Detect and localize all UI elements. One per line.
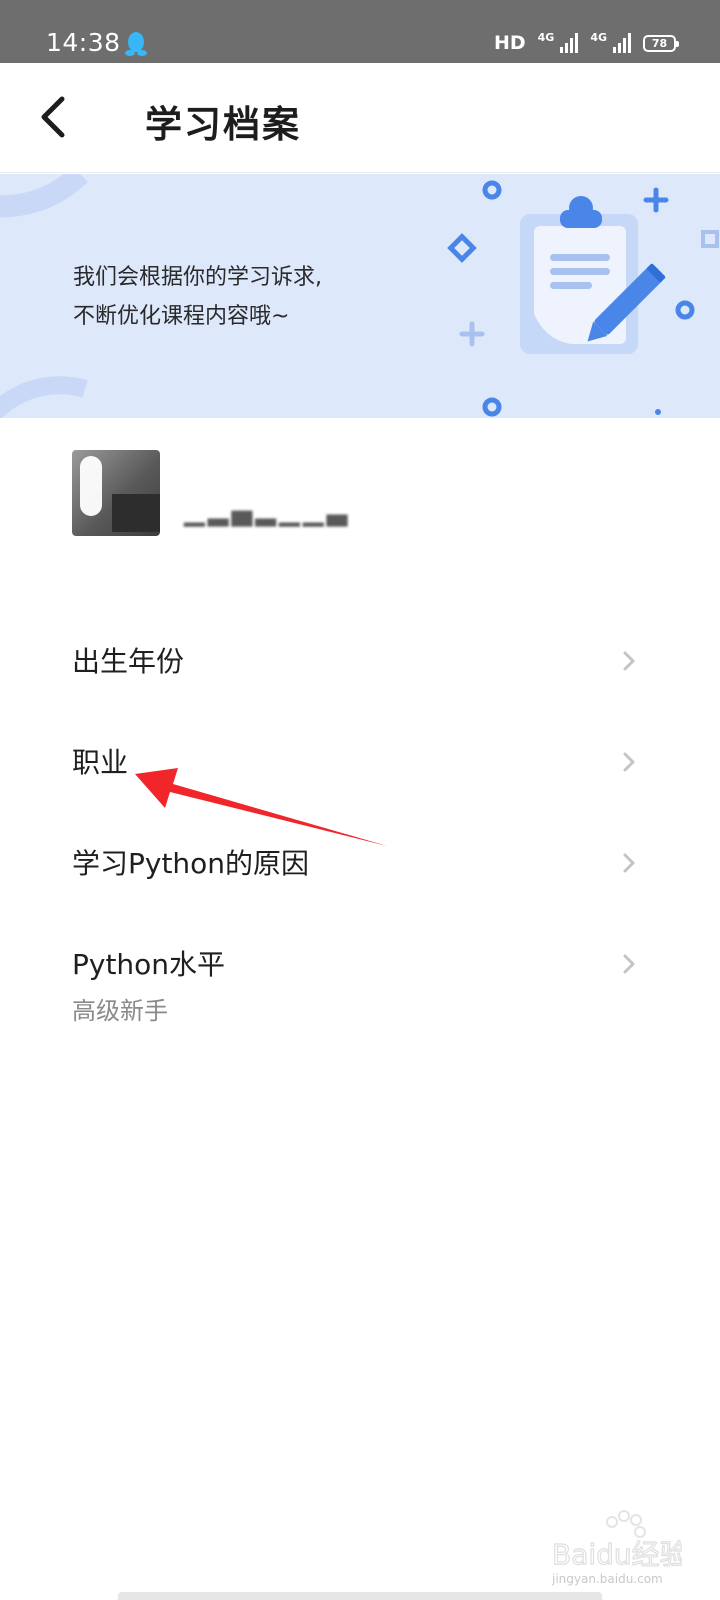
user-profile-row: ▁▂▄▂▁▁▃: [72, 450, 652, 536]
list-item-label: 学习Python的原因: [72, 847, 310, 880]
list-item-birth-year[interactable]: 出生年份: [72, 640, 652, 680]
baidu-watermark-icon: Baidu经验: [552, 1510, 682, 1572]
status-bar: 14:38 HD 4G 4G 78: [0, 0, 720, 63]
back-button[interactable]: [36, 93, 72, 141]
hd-label: HD: [493, 32, 526, 54]
banner-line-2: 不断优化课程内容哦~: [73, 304, 290, 329]
page-title: 学习档案: [145, 103, 301, 146]
network-label-1: 4G: [537, 31, 555, 44]
signal-icon: [560, 33, 579, 53]
info-banner: 我们会根据你的学习诉求, 不断优化课程内容哦~: [0, 174, 720, 418]
bottom-bar-hint: [118, 1592, 602, 1600]
watermark-brand: Baidu经验: [552, 1538, 682, 1571]
avatar: [72, 450, 160, 536]
list-item-label: 职业: [72, 746, 129, 779]
qq-notification-icon: [125, 32, 147, 56]
status-icons: HD 4G 4G 78: [493, 30, 679, 56]
signal-icon-2: [613, 33, 631, 53]
watermark-site: jingyan.baidu.com: [552, 1572, 663, 1586]
list-item-value: 高级新手: [72, 997, 168, 1025]
chevron-right-icon: [623, 853, 635, 873]
chevron-right-icon: [623, 651, 635, 671]
list-item-occupation[interactable]: 职业: [72, 741, 652, 781]
list-item-python-reason[interactable]: 学习Python的原因: [72, 842, 652, 882]
banner-text: 我们会根据你的学习诉求, 不断优化课程内容哦~: [73, 258, 322, 336]
user-name-redacted: ▁▂▄▂▁▁▃: [184, 496, 351, 527]
chevron-right-icon: [623, 752, 635, 772]
status-time: 14:38: [46, 28, 121, 57]
chevron-right-icon: [623, 954, 635, 974]
banner-line-1: 我们会根据你的学习诉求,: [73, 265, 322, 290]
list-item-label: Python水平: [72, 948, 226, 981]
list-item-python-level[interactable]: Python水平 高级新手: [72, 943, 652, 1026]
network-label-2: 4G: [590, 31, 607, 44]
page-header: 学习档案: [0, 63, 720, 173]
list-item-label: 出生年份: [72, 645, 185, 678]
battery-icon: 78: [643, 34, 679, 52]
